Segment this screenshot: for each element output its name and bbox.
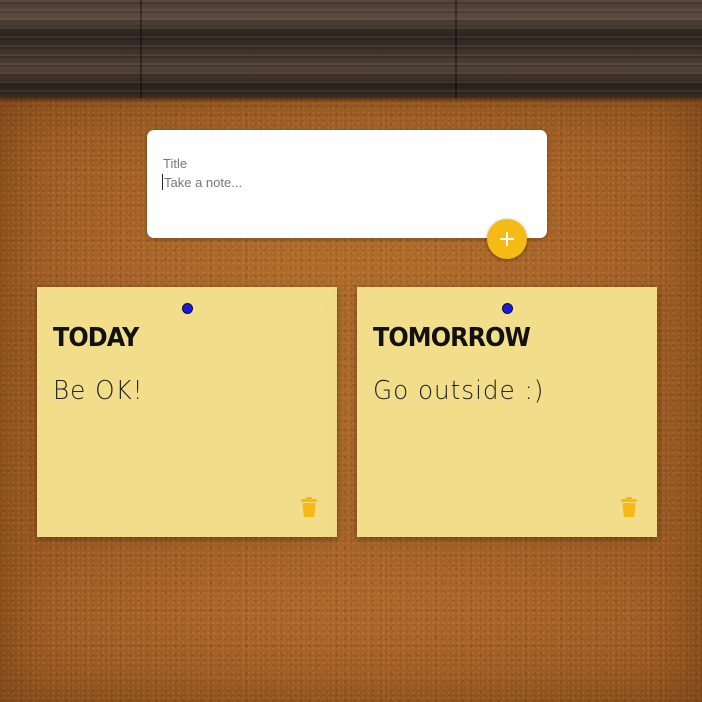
trash-icon bbox=[621, 497, 637, 517]
pin-icon bbox=[182, 303, 193, 314]
wood-frame bbox=[0, 0, 702, 98]
note-input[interactable] bbox=[162, 174, 524, 190]
note-title: TODAY bbox=[53, 323, 139, 353]
note-composer bbox=[147, 130, 547, 238]
note-card: TODAY Be OK! bbox=[37, 287, 337, 537]
note-body: Be OK! bbox=[53, 376, 144, 406]
trash-icon bbox=[301, 497, 317, 517]
wood-seam bbox=[455, 0, 457, 98]
delete-note-button[interactable] bbox=[621, 497, 637, 517]
delete-note-button[interactable] bbox=[301, 497, 317, 517]
note-title: TOMORROW bbox=[373, 323, 531, 353]
note-body: Go outside :) bbox=[373, 376, 545, 406]
title-input[interactable] bbox=[163, 155, 523, 171]
wood-seam bbox=[140, 0, 142, 98]
note-card: TOMORROW Go outside :) bbox=[357, 287, 657, 537]
add-note-button[interactable] bbox=[487, 219, 527, 259]
pin-icon bbox=[502, 303, 513, 314]
